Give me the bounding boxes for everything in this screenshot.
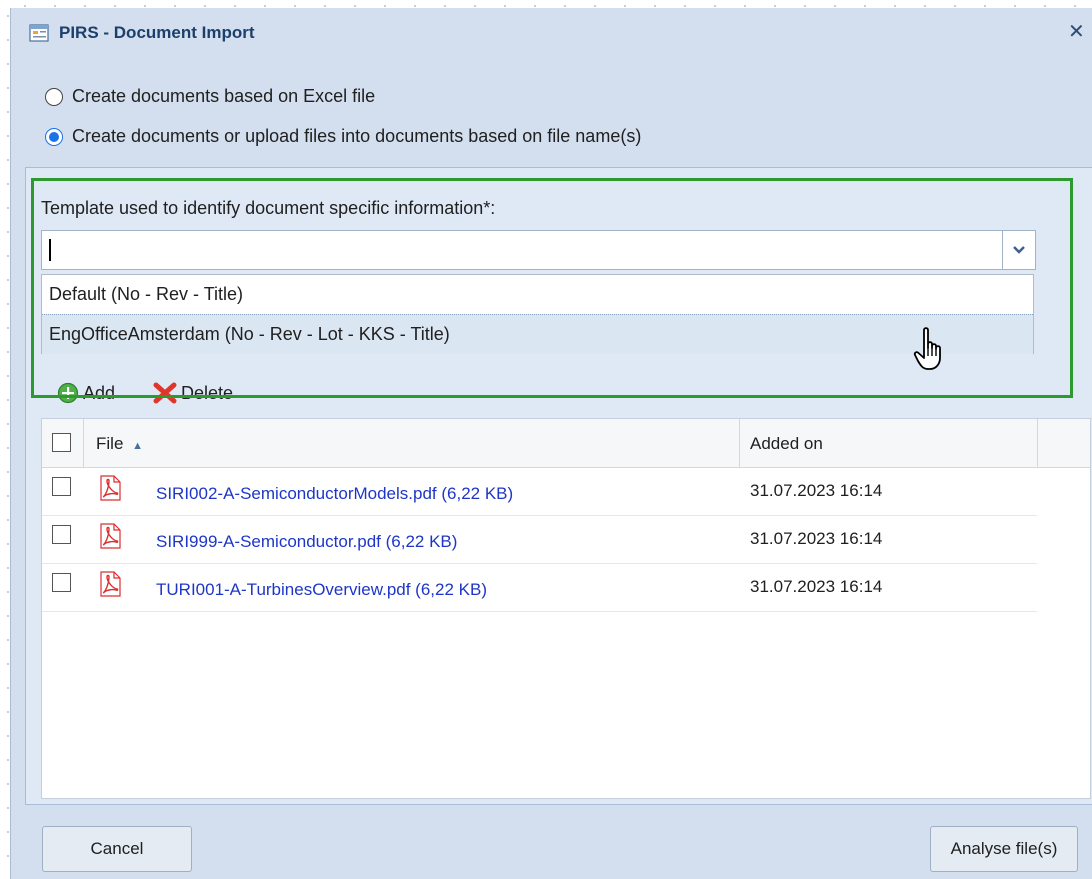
document-import-icon [29, 24, 49, 42]
dropdown-option-engoffice[interactable]: EngOfficeAmsterdam (No - Rev - Lot - KKS… [42, 314, 1033, 354]
radio-file-name-label: Create documents or upload files into do… [72, 126, 642, 146]
pdf-file-icon [100, 571, 121, 597]
add-icon [57, 382, 79, 404]
file-link[interactable]: SIRI999-A-Semiconductor.pdf (6,22 KB) [156, 532, 457, 552]
template-label: Template used to identify document speci… [41, 198, 496, 218]
select-all-checkbox[interactable] [52, 433, 71, 452]
chevron-down-icon[interactable] [1002, 231, 1035, 269]
row-checkbox[interactable] [52, 573, 71, 592]
column-divider [83, 419, 84, 467]
delete-button[interactable]: Delete [153, 382, 233, 404]
close-icon[interactable]: ✕ [1068, 22, 1085, 42]
pdf-file-icon [100, 475, 121, 501]
column-header-added-on[interactable]: Added on [750, 434, 823, 454]
dialog-title: PIRS - Document Import [59, 23, 255, 42]
radio-excel-label: Create documents based on Excel file [72, 86, 376, 106]
delete-label: Delete [181, 382, 234, 403]
delete-icon [153, 382, 177, 404]
column-header-file[interactable]: File ▲ [96, 434, 143, 454]
added-on-cell: 31.07.2023 16:14 [750, 481, 883, 500]
radio-file-name-checked[interactable] [45, 127, 63, 146]
row-checkbox[interactable] [52, 525, 71, 544]
column-divider [1037, 419, 1038, 467]
cancel-button[interactable]: Cancel [42, 826, 192, 872]
files-grid: File ▲ Added on SIRI002-A-SemiconductorM… [41, 418, 1091, 799]
radio-excel-unchecked[interactable] [45, 87, 63, 106]
grid-header: File ▲ Added on [42, 419, 1090, 468]
hand-cursor-icon [913, 327, 941, 370]
background-texture-left [0, 0, 10, 879]
add-button[interactable]: Add [57, 382, 115, 404]
added-on-cell: 31.07.2023 16:14 [750, 577, 883, 596]
column-file-label: File [96, 434, 124, 453]
radio-option-excel[interactable]: Create documents based on Excel file [45, 86, 375, 107]
table-row[interactable]: SIRI999-A-Semiconductor.pdf (6,22 KB) 31… [42, 515, 1037, 564]
template-combobox[interactable] [41, 230, 1036, 270]
file-link[interactable]: SIRI002-A-SemiconductorModels.pdf (6,22 … [156, 484, 513, 504]
pdf-file-icon [100, 523, 121, 549]
sort-ascending-icon: ▲ [132, 440, 144, 452]
column-divider [739, 419, 740, 467]
radio-option-file-name[interactable]: Create documents or upload files into do… [45, 126, 641, 147]
import-dialog: PIRS - Document Import ✕ Create document… [10, 8, 1092, 879]
added-on-cell: 31.07.2023 16:14 [750, 529, 883, 548]
background-texture-top [10, 0, 1092, 8]
analyse-files-button[interactable]: Analyse file(s) [930, 826, 1078, 872]
dropdown-option-default[interactable]: Default (No - Rev - Title) [42, 275, 1033, 314]
file-link[interactable]: TURI001-A-TurbinesOverview.pdf (6,22 KB) [156, 580, 487, 600]
table-row[interactable]: TURI001-A-TurbinesOverview.pdf (6,22 KB)… [42, 563, 1037, 612]
text-caret [49, 239, 51, 261]
template-dropdown-list: Default (No - Rev - Title) EngOfficeAmst… [41, 274, 1034, 354]
row-checkbox[interactable] [52, 477, 71, 496]
table-row[interactable]: SIRI002-A-SemiconductorModels.pdf (6,22 … [42, 467, 1037, 516]
add-label: Add [83, 382, 116, 403]
